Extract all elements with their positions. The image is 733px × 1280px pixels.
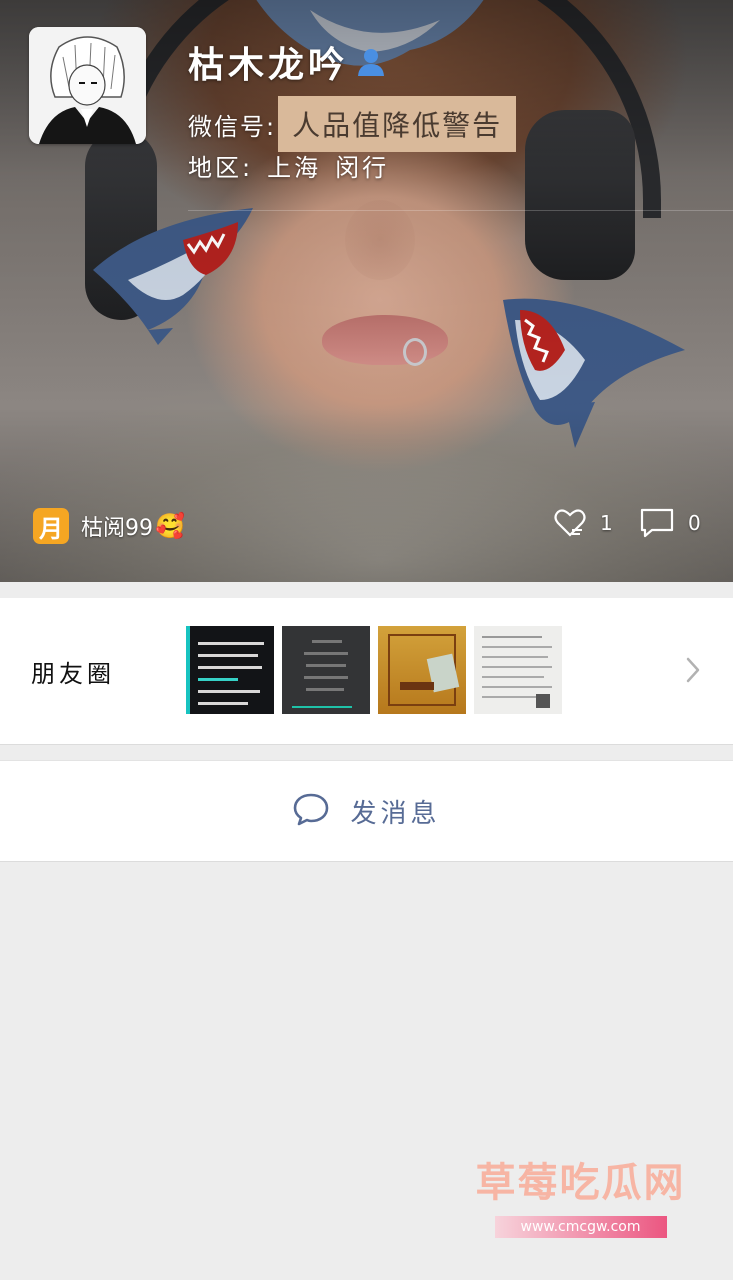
male-user-icon [356, 47, 386, 77]
like-count: 1 [600, 511, 613, 535]
region-city: 上海 [267, 154, 322, 182]
like-icon [554, 509, 586, 537]
avatar[interactable] [29, 27, 146, 144]
nickname: 枯木龙吟 [188, 45, 349, 86]
moment-thumbnail [186, 626, 274, 714]
status-badge: 月 [33, 508, 69, 544]
moment-thumbnail [474, 626, 562, 714]
comment-count: 0 [688, 511, 701, 535]
status-row[interactable]: 月 枯阅99 🥰 [33, 508, 185, 544]
region-row: 地区: 上海 闵行 [188, 148, 389, 183]
send-message-button[interactable]: 发消息 [0, 760, 733, 862]
avatar-image [29, 27, 146, 144]
moments-label: 朋友圈 [31, 660, 115, 688]
watermark-title: 草莓吃瓜网 [475, 1160, 686, 1206]
send-message-label: 发消息 [350, 798, 441, 829]
watermark: 草莓吃瓜网 www.cmcgw.com [468, 1150, 693, 1238]
wechat-id-value[interactable]: 人品值降低警告 [278, 96, 517, 152]
status-emoji: 🥰 [155, 512, 185, 540]
moment-thumbnail [282, 626, 370, 714]
region-label: 地区: [188, 154, 254, 182]
chat-bubble-icon [292, 792, 330, 830]
comment-icon [640, 508, 674, 538]
chevron-right-icon [685, 656, 701, 688]
watermark-url: www.cmcgw.com [494, 1216, 667, 1238]
cover-like-button[interactable]: 1 [554, 508, 613, 538]
moments-thumbnails [186, 626, 562, 714]
nickname-row: 枯木龙吟 [188, 36, 386, 88]
profile-cover[interactable]: 枯木龙吟 微信号: 人品值降低警告 地区: 上海 闵行 月 枯阅99 🥰 1 0 [0, 0, 733, 582]
divider [188, 210, 733, 211]
status-text: 枯阅99 [81, 516, 153, 541]
moments-entry[interactable]: 朋友圈 [0, 598, 733, 745]
region-district: 闵行 [335, 154, 390, 182]
wechat-id-label: 微信号: [188, 112, 277, 141]
moment-thumbnail [378, 626, 466, 714]
wechat-id-row: 微信号: 人品值降低警告 [188, 96, 517, 152]
cover-comment-button[interactable]: 0 [640, 508, 701, 538]
